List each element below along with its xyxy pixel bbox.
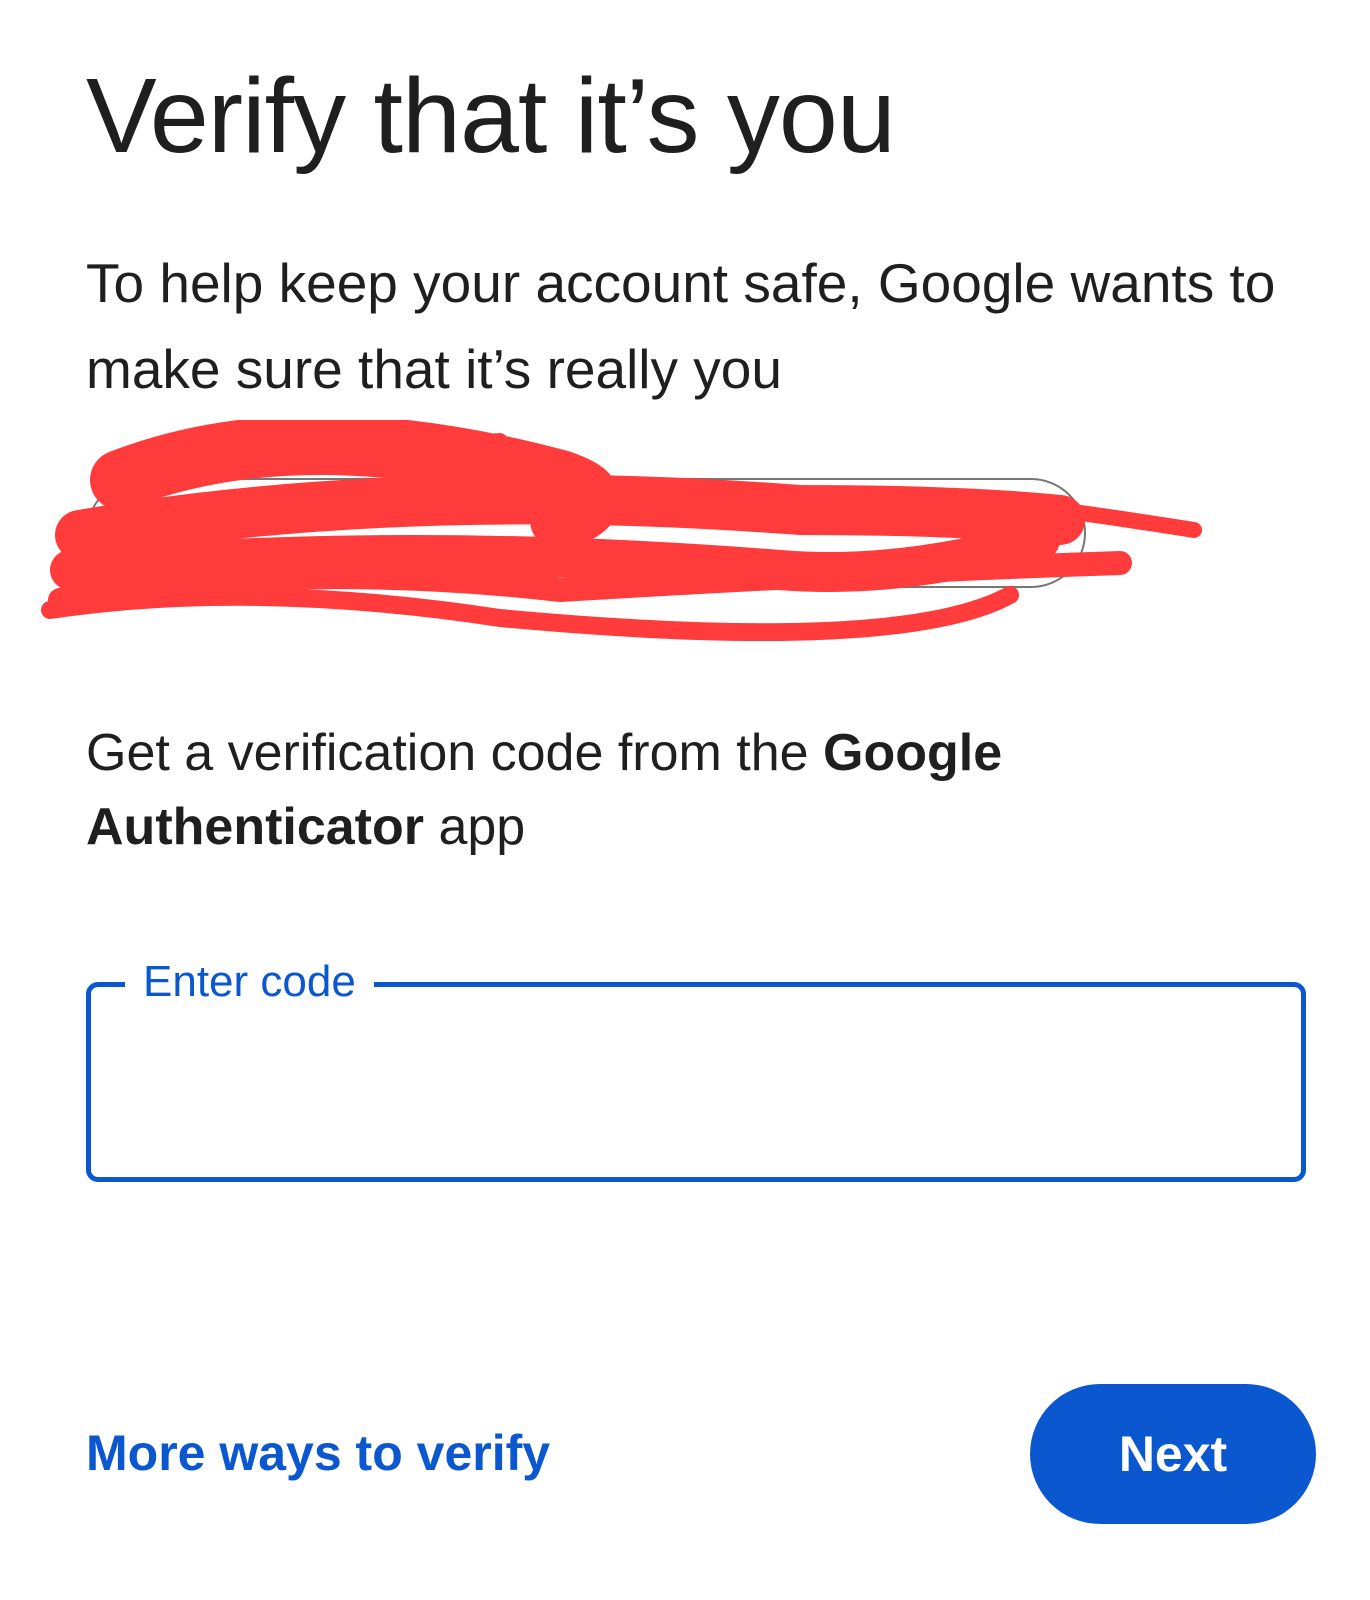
more-ways-to-verify-link[interactable]: More ways to verify (86, 1418, 550, 1488)
instruction-suffix: app (424, 798, 526, 856)
redaction-scribble (41, 420, 1202, 642)
code-field-label: Enter code (125, 947, 374, 1017)
instruction-prefix: Get a verification code from the (86, 724, 824, 782)
next-button[interactable]: Next (1030, 1384, 1316, 1524)
verification-instruction: Get a verification code from the Google … (86, 716, 1286, 864)
page-title: Verify that it’s you (86, 57, 896, 175)
code-input[interactable] (131, 1037, 1265, 1129)
code-field[interactable]: Enter code (86, 947, 1306, 1182)
page-subtitle: To help keep your account safe, Google w… (86, 252, 1276, 400)
